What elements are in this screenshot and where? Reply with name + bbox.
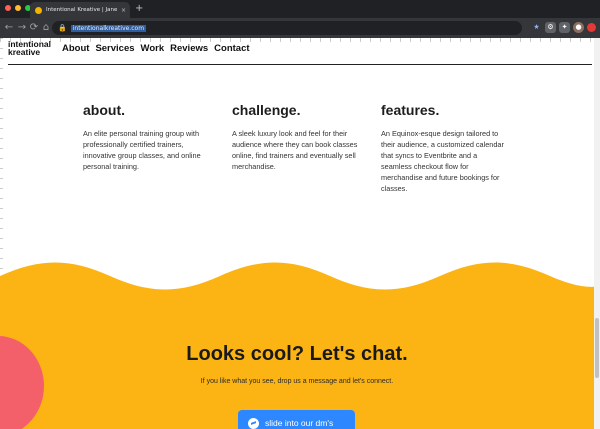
scrollbar-thumb[interactable] — [595, 318, 599, 378]
nav-contact[interactable]: Contact — [214, 43, 249, 54]
challenge-heading: challenge. — [232, 102, 301, 118]
challenge-text: A sleek luxury look and feel for their a… — [232, 129, 358, 171]
back-button[interactable]: ← — [2, 21, 16, 35]
about-heading: about. — [83, 102, 125, 118]
browser-toolbar: ← → ⟳ ⌂ 🔒 intentionalkreative.com ★ ⚙ ✦ … — [0, 18, 600, 38]
page-viewport: intentional kreative About Services Work… — [0, 38, 600, 429]
about-text: An elite personal training group with pr… — [83, 129, 201, 171]
site-header: intentional kreative About Services Work… — [0, 38, 600, 65]
extension-puzzle-icon[interactable]: ✦ — [559, 22, 570, 33]
messenger-button-label: slide into our dm's — [265, 418, 334, 428]
features-heading: features. — [381, 102, 440, 118]
home-button[interactable]: ⌂ — [39, 21, 53, 35]
profile-avatar-icon[interactable]: ● — [573, 22, 584, 33]
nav-reviews[interactable]: Reviews — [170, 43, 208, 54]
url-text[interactable]: intentionalkreative.com — [70, 24, 147, 32]
messenger-icon — [248, 417, 259, 429]
site-logo[interactable]: intentional kreative — [8, 40, 51, 57]
features-column: features. An Equinox-esque design tailor… — [381, 102, 509, 194]
tab-title: Intentional Kreative | Jane Sn... — [46, 7, 117, 13]
nav-services[interactable]: Services — [95, 43, 134, 54]
extension-icon[interactable]: ⚙ — [545, 22, 556, 33]
close-window-button[interactable] — [5, 5, 11, 11]
bookmark-star-icon[interactable]: ★ — [531, 22, 542, 33]
update-icon[interactable] — [587, 23, 596, 32]
browser-tab[interactable]: Intentional Kreative | Jane Sn... × — [30, 2, 130, 18]
browser-tab-bar: Intentional Kreative | Jane Sn... × + — [0, 0, 600, 18]
cta-title: Looks cool? Let's chat. — [186, 343, 408, 365]
lock-icon: 🔒 — [58, 24, 67, 32]
tab-close-icon[interactable]: × — [121, 7, 126, 14]
minimize-window-button[interactable] — [15, 5, 21, 11]
main-nav: About Services Work Reviews Contact — [62, 43, 250, 54]
features-text: An Equinox-esque design tailored to thei… — [381, 129, 504, 193]
messenger-button[interactable]: slide into our dm's — [238, 410, 355, 429]
cta-subtitle: If you like what you see, drop us a mess… — [200, 378, 394, 385]
new-tab-button[interactable]: + — [135, 3, 143, 15]
favicon-icon — [35, 6, 42, 14]
nav-work[interactable]: Work — [141, 43, 165, 54]
nav-about[interactable]: About — [62, 43, 89, 54]
wave-divider — [0, 262, 600, 298]
address-bar[interactable]: 🔒 intentionalkreative.com — [52, 21, 522, 35]
window-controls — [5, 5, 31, 11]
logo-line-2: kreative — [8, 47, 41, 57]
about-column: about. An elite personal training group … — [83, 102, 211, 172]
challenge-column: challenge. A sleek luxury look and feel … — [232, 102, 360, 172]
header-divider — [8, 64, 592, 65]
